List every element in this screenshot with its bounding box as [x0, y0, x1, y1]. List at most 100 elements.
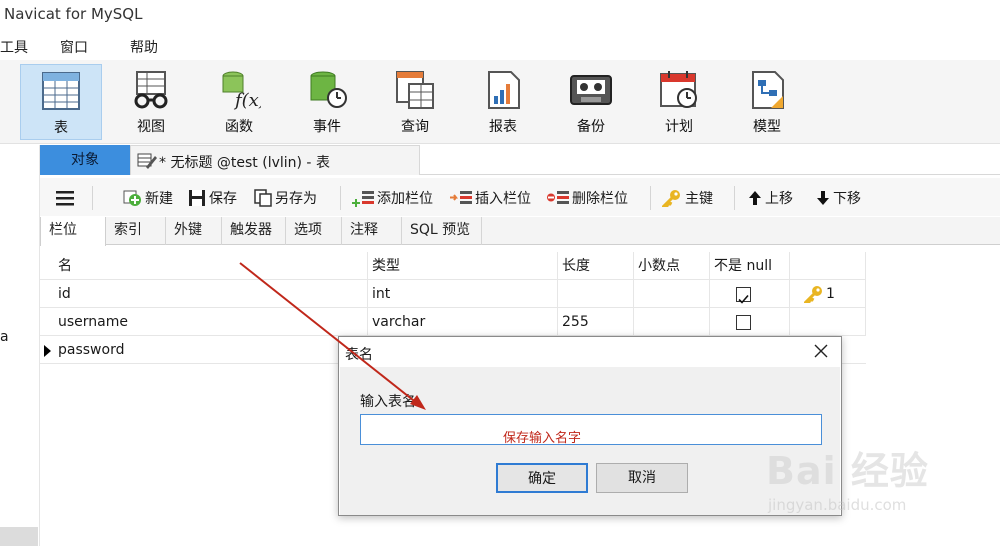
- ribbon-schedule-label: 计划: [665, 119, 693, 135]
- save-as-icon: [254, 189, 272, 207]
- close-icon[interactable]: [813, 343, 829, 359]
- tab-indexes[interactable]: 索引: [106, 217, 166, 245]
- ribbon-report-button[interactable]: 报表: [462, 64, 544, 140]
- ribbon-table-button[interactable]: 表: [20, 64, 102, 140]
- new-button[interactable]: 新建: [122, 187, 173, 209]
- menu-help[interactable]: 帮助: [130, 37, 158, 57]
- field-key-cell[interactable]: [790, 308, 866, 336]
- ribbon-backup-button[interactable]: 备份: [550, 64, 632, 140]
- ribbon-model-label: 模型: [753, 119, 781, 135]
- tab-sql-preview[interactable]: SQL 预览: [402, 217, 482, 245]
- ribbon-function-label: 函数: [225, 119, 253, 135]
- primary-key-button[interactable]: 主键: [662, 187, 713, 209]
- ribbon-function-button[interactable]: f(x) 函数: [198, 64, 280, 140]
- function-icon: f(x): [222, 71, 261, 110]
- ribbon-event-button[interactable]: 事件: [286, 64, 368, 140]
- cancel-button[interactable]: 取消: [596, 463, 688, 493]
- field-name-cell[interactable]: username: [54, 308, 368, 336]
- svg-text:f(x): f(x): [233, 90, 261, 110]
- save-as-button[interactable]: 另存为: [254, 187, 317, 209]
- field-not-null-cell[interactable]: [710, 308, 790, 336]
- field-length-cell[interactable]: [558, 280, 634, 308]
- model-icon: [752, 71, 784, 109]
- move-down-label: 下移: [833, 191, 861, 207]
- ribbon-event-label: 事件: [313, 119, 341, 135]
- save-button[interactable]: 保存: [188, 187, 237, 209]
- tab-triggers[interactable]: 触发器: [222, 217, 286, 245]
- table-name-input[interactable]: [360, 414, 822, 445]
- design-subtabs: 栏位 索引 外键 触发器 选项 注释 SQL 预览: [40, 217, 1000, 246]
- new-label: 新建: [145, 191, 173, 207]
- dialog-body: 输入表名 确定 取消: [340, 367, 840, 515]
- field-name-cell[interactable]: id: [54, 280, 368, 308]
- field-decimals-cell[interactable]: [634, 308, 710, 336]
- header-key[interactable]: [790, 252, 866, 280]
- field-type-cell[interactable]: varchar: [368, 308, 558, 336]
- title-bar: Navicat for MySQL: [0, 0, 1000, 30]
- header-name[interactable]: 名: [54, 252, 368, 280]
- table-name-label: 输入表名: [360, 394, 416, 410]
- add-field-button[interactable]: 添加栏位: [352, 187, 433, 209]
- tab-comments[interactable]: 注释: [342, 217, 402, 245]
- field-decimals-cell[interactable]: [634, 280, 710, 308]
- ok-button[interactable]: 确定: [496, 463, 588, 493]
- tab-table-design[interactable]: * 无标题 @test (lvlin) - 表: [130, 145, 420, 175]
- ribbon-table-label: 表: [54, 120, 68, 136]
- table-design-toolbar: 新建 保存 另存为 添加栏位 插入栏位 删除栏位 主键 上移 下移: [40, 178, 1000, 216]
- header-not-null[interactable]: 不是 null: [710, 252, 790, 280]
- connection-pane-scrollbar[interactable]: [0, 527, 38, 546]
- backup-tape-icon: [570, 75, 612, 105]
- delete-field-label: 删除栏位: [572, 191, 628, 207]
- add-field-icon: [352, 191, 374, 207]
- window-title: Navicat for MySQL: [4, 5, 143, 23]
- tab-objects[interactable]: 对象: [40, 145, 130, 175]
- field-type-cell[interactable]: int: [368, 280, 558, 308]
- header-type[interactable]: 类型: [368, 252, 558, 280]
- new-plus-icon: [123, 190, 141, 206]
- primary-key-icon: [804, 286, 822, 303]
- arrow-up-icon: [749, 191, 761, 205]
- ribbon-view-button[interactable]: 视图: [110, 64, 192, 140]
- ribbon-query-label: 查询: [401, 119, 429, 135]
- move-down-button[interactable]: 下移: [816, 187, 861, 209]
- add-field-label: 添加栏位: [377, 191, 433, 207]
- not-null-checkbox[interactable]: [736, 315, 751, 330]
- move-up-button[interactable]: 上移: [748, 187, 793, 209]
- insert-field-button[interactable]: 插入栏位: [450, 187, 531, 209]
- event-clock-icon: [310, 71, 347, 108]
- ribbon-report-label: 报表: [489, 119, 517, 135]
- ribbon-schedule-button[interactable]: 计划: [638, 64, 720, 140]
- header-length[interactable]: 长度: [558, 252, 634, 280]
- insert-field-label: 插入栏位: [475, 191, 531, 207]
- delete-field-button[interactable]: 删除栏位: [547, 187, 628, 209]
- table-row[interactable]: username varchar 255: [40, 308, 866, 336]
- insert-field-icon: [450, 191, 472, 204]
- current-row-marker-icon: [44, 345, 51, 357]
- connection-pane: a: [0, 145, 40, 546]
- table-row[interactable]: id int 1: [40, 280, 866, 308]
- ribbon-backup-label: 备份: [577, 119, 605, 135]
- field-key-cell[interactable]: 1: [790, 280, 866, 308]
- menu-bar: 工具 窗口 帮助: [0, 33, 1000, 59]
- menu-window[interactable]: 窗口: [60, 37, 88, 57]
- tab-options[interactable]: 选项: [286, 217, 342, 245]
- baidu-watermark: Bai 经验 jingyan.baidu.com: [766, 440, 996, 520]
- toolbar-separator: [340, 186, 341, 210]
- tab-foreign-keys[interactable]: 外键: [166, 217, 222, 245]
- tab-fields[interactable]: 栏位: [40, 217, 106, 246]
- document-tabs: 对象 * 无标题 @test (lvlin) - 表: [40, 145, 1000, 175]
- field-not-null-cell[interactable]: [710, 280, 790, 308]
- hamburger-menu-button[interactable]: [56, 187, 77, 209]
- report-icon: [488, 71, 520, 109]
- menu-tools[interactable]: 工具: [0, 37, 28, 57]
- query-icon: [396, 71, 434, 109]
- watermark-url: jingyan.baidu.com: [768, 496, 907, 514]
- field-length-cell[interactable]: 255: [558, 308, 634, 336]
- not-null-checkbox[interactable]: [736, 287, 751, 304]
- key-order: 1: [826, 286, 835, 302]
- ribbon-model-button[interactable]: 模型: [726, 64, 808, 140]
- header-decimals[interactable]: 小数点: [634, 252, 710, 280]
- field-name-cell[interactable]: password: [54, 336, 368, 364]
- ribbon-query-button[interactable]: 查询: [374, 64, 456, 140]
- key-icon: [662, 190, 680, 207]
